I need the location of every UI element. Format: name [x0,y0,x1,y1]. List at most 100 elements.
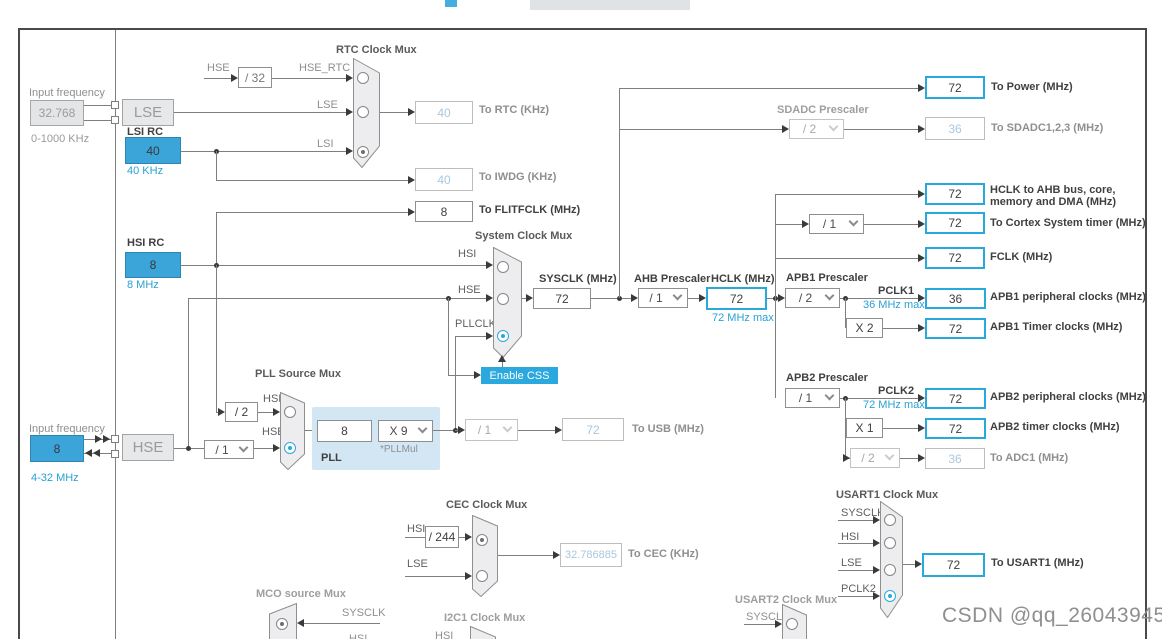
wire [181,265,486,266]
hse-rtc-signal-label: HSE_RTC [299,62,351,74]
toolbar-fragment-button [530,0,690,10]
apb1-prescaler-select[interactable]: / 2 [785,288,840,308]
fclk-value-box[interactable]: 72 [925,247,985,269]
watermark-text: CSDN @qq_26043945 [942,604,1162,627]
pll-mux-hsi-radio[interactable] [284,406,296,418]
usart1-mux-hsi-radio[interactable] [884,537,896,549]
apb1-peripheral-value-box[interactable]: 36 [925,288,986,309]
junction-dot [186,446,191,451]
rtc-mux-lse-radio[interactable] [357,106,369,118]
wire [405,576,465,577]
usart1-mux-sysclk-radio[interactable] [884,514,896,526]
arrow-icon [474,371,481,379]
wire [903,564,915,565]
mco-mux-sysclk-radio[interactable] [276,618,288,630]
cortex-timer-value-box[interactable]: 72 [925,212,985,234]
cortex-prescaler-select[interactable]: / 1 [809,214,864,234]
usart1-mux-lse-radio[interactable] [884,564,896,576]
pll-mux-hse-radio[interactable] [284,442,296,454]
sys-mux-pllclk-radio[interactable] [497,330,509,342]
wire [498,555,553,556]
arrow-icon [553,551,560,559]
hse-input-frequency-field[interactable]: 8 [30,435,84,462]
rtc-mux-hse-radio[interactable] [357,72,369,84]
wire [84,120,111,121]
arrow-icon [486,261,493,269]
to-sdadc-label: To SDADC1,2,3 (MHz) [991,122,1104,134]
pll-mul-select[interactable]: X 9 [378,420,433,442]
pllmul-note: *PLLMul [380,444,418,455]
wire [188,298,486,299]
pll-hsi-signal-label: HSI [263,393,282,405]
cec-clock-mux-shape [472,515,498,597]
arrow-icon [843,454,850,462]
wire [217,212,408,213]
apb2-peripheral-value-box[interactable]: 72 [925,388,986,409]
arrow-icon [918,254,925,262]
to-power-value-box[interactable]: 72 [925,76,985,99]
lse-source-box: LSE [122,99,174,126]
apb1-timer-value-box[interactable]: 72 [925,318,986,339]
wire [216,180,408,181]
apb2-timer-value-box[interactable]: 72 [925,418,986,439]
hse-prediv-select[interactable]: / 1 [204,440,254,459]
lse-input-frequency-label: Input frequency [29,87,105,99]
apb2-prescaler-select[interactable]: / 1 [785,388,840,408]
rtc-mux-lsi-radio[interactable] [357,146,369,158]
arrow-icon [699,294,706,302]
wire [84,105,111,106]
arrow-icon [346,108,353,116]
arrow-icon [103,435,110,443]
to-cec-label: To CEC (KHz) [628,548,699,560]
hclk-max-note: 72 MHz max [712,312,774,324]
ahb-prescaler-select[interactable]: / 1 [638,288,688,308]
wire [744,624,775,625]
sys-mux-hsi-radio[interactable] [497,261,509,273]
usart1-mux-pclk2-radio[interactable] [884,590,896,602]
sys-hsi-signal-label: HSI [458,248,477,260]
wire [838,596,873,597]
wire [455,336,456,430]
arrow-icon [458,426,465,434]
i2c1-clock-mux-title: I2C1 Clock Mux [444,612,526,624]
enable-css-button[interactable]: Enable CSS [481,367,558,384]
wire [455,336,486,337]
arrow-icon [408,108,415,116]
arrow-icon [408,176,415,184]
adc1-prescaler-value: / 2 [861,451,875,465]
chevron-down-icon [502,422,513,433]
arrow-icon [231,74,238,82]
arrow-icon [918,424,925,432]
arrow-icon [297,619,304,627]
to-usart1-value-box[interactable]: 72 [922,553,985,577]
wire [900,458,918,459]
apb2-prescaler-value: / 1 [798,391,813,405]
arrow-icon [873,516,880,524]
i2c1-hsi-signal-label: HSI [435,630,454,639]
arrow-icon [782,125,789,133]
pll-source-mux-title: PLL Source Mux [255,368,341,380]
hclk-ahb-value-box[interactable]: 72 [925,183,985,205]
arrow-icon [85,449,92,457]
cec-mux-lse-radio[interactable] [476,570,488,582]
wire [502,362,503,367]
arrow-icon [486,294,493,302]
arrow-icon [873,566,880,574]
to-power-label: To Power (MHz) [991,81,1073,93]
usart2-mux-sysclk-radio[interactable] [786,618,798,630]
cec-mux-hsi-radio[interactable] [476,534,488,546]
wire [258,412,273,413]
hse-input-frequency-label: Input frequency [29,423,105,435]
hclk-value-box[interactable]: 72 [706,287,767,310]
wire [448,298,449,375]
fclk-label: FCLK (MHz) [990,251,1053,263]
wire [591,298,631,299]
sys-mux-hse-radio[interactable] [497,293,509,305]
cortex-prescaler-value: / 1 [822,217,837,231]
to-rtc-label: To RTC (KHz) [479,104,550,116]
pclk1-max-note: 36 MHz max [863,299,925,311]
lse-pin-handle [111,116,119,124]
hsi-value-box: 8 [125,252,181,278]
lse-input-frequency-field: 32.768 [30,100,84,126]
hsi-freq-note: 8 MHz [127,279,159,291]
